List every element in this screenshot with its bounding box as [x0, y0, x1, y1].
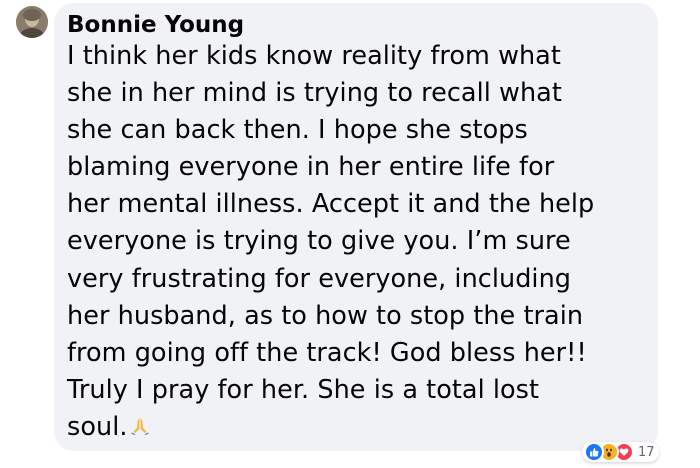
comment-line: everyone is trying to give you. I’m sure: [67, 226, 571, 257]
comment-line: she in her mind is trying to recall what: [67, 78, 562, 109]
comment-line: very frustrating for everyone, including: [67, 263, 572, 294]
comment-line: Truly I pray for her. She is a total los…: [67, 374, 540, 405]
comment-line-last: soul.: [67, 409, 646, 446]
avatar-photo: [16, 6, 48, 38]
reactions-summary[interactable]: 17: [582, 442, 659, 462]
comment-author-name[interactable]: Bonnie Young: [67, 7, 646, 38]
comment-line: I think her kids know reality from what: [67, 41, 561, 71]
reaction-count: 17: [638, 444, 655, 460]
comment-bubble: Bonnie Young I think her kids know reali…: [54, 3, 658, 451]
comment-line: blaming everyone in her entire life for: [67, 152, 555, 183]
comment-line: she can back then. I hope she stops: [67, 115, 528, 146]
avatar[interactable]: [16, 6, 48, 38]
comment-line: soul.: [67, 411, 128, 442]
comment-line: her husband, as to how to stop the train: [67, 300, 584, 331]
comment-text: I think her kids know reality from what …: [67, 38, 646, 446]
comment-line: from going off the track! God bless her!…: [67, 337, 587, 368]
praying-hands-icon: [130, 409, 150, 446]
like-icon: [584, 442, 604, 462]
comment-line: her mental illness. Accept it and the he…: [67, 189, 595, 220]
